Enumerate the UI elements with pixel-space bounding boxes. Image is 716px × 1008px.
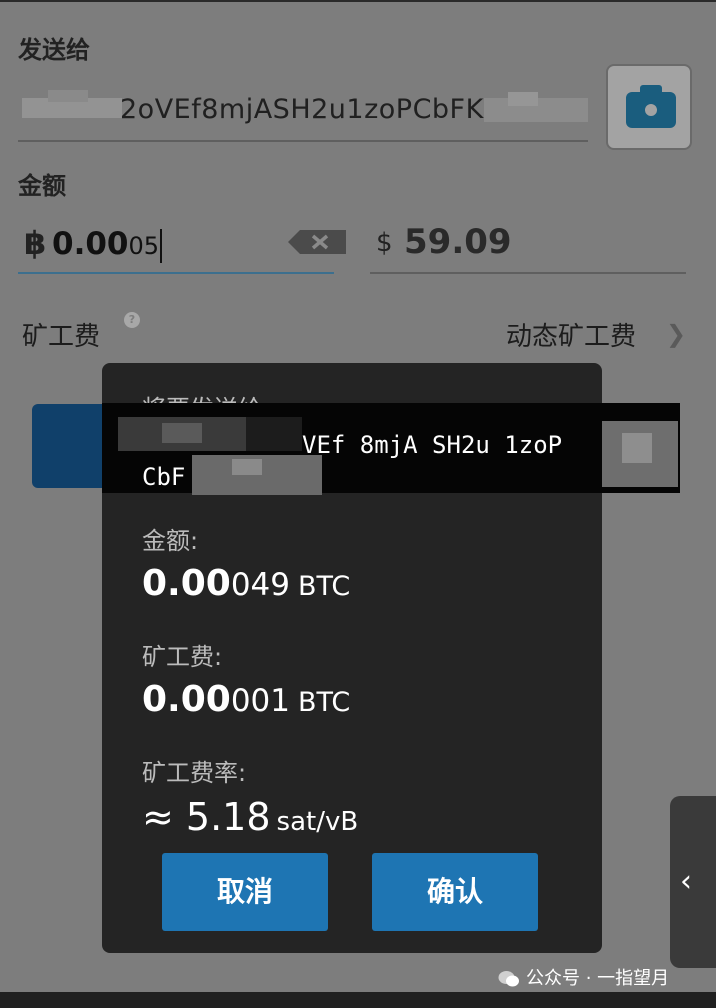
redaction-block <box>162 423 202 443</box>
address-text: 2oVEf8mjASH2u1zoPCbFKW <box>120 94 511 125</box>
fee-rate-value: ≈ 5.18 sat/vB <box>142 795 359 839</box>
watermark-text: 公众号 · 一指望月 <box>526 968 670 989</box>
help-icon[interactable]: ? <box>124 312 140 328</box>
confirm-button[interactable]: 确认 <box>372 853 538 931</box>
redaction-block <box>508 92 538 106</box>
dialog-address-line1: VEf 8mjA SH2u 1zoP <box>302 431 563 459</box>
send-to-label: 发送给 <box>18 36 90 64</box>
btc-symbol: ฿ <box>24 224 47 262</box>
fee-rate-caption: 矿工费率: <box>142 759 247 787</box>
backspace-icon[interactable] <box>288 230 346 254</box>
bottom-bar <box>0 992 716 1008</box>
btc-amount-input[interactable]: ฿ 0.0005 <box>18 212 346 274</box>
side-panel-handle[interactable]: ‹ <box>670 796 716 968</box>
amount-caption: 金额: <box>142 527 199 555</box>
redaction-block <box>48 90 88 102</box>
amount-label: 金额 <box>18 172 66 200</box>
cancel-button[interactable]: 取消 <box>162 853 328 931</box>
usd-amount-input[interactable]: $ 59.09 <box>370 212 686 274</box>
fee-label: 矿工费 <box>22 322 101 352</box>
confirm-dialog: 将要发送给: VEf 8mjA SH2u 1zoP CbF 金额: 0.0004… <box>102 363 680 953</box>
chevron-left-icon: ‹ <box>680 864 692 899</box>
chevron-right-icon[interactable]: ❯ <box>666 320 686 348</box>
amount-value: 0.00049 BTC <box>142 563 351 604</box>
address-input[interactable]: 2oVEf8mjASH2u1zoPCbFKW <box>18 84 588 142</box>
fee-value: 0.00001 BTC <box>142 679 351 720</box>
usd-symbol: $ <box>376 228 393 258</box>
top-bar <box>0 0 716 2</box>
redaction-block <box>246 417 302 451</box>
redaction-block <box>622 433 652 463</box>
dialog-address-line2: CbF <box>142 463 186 491</box>
usd-amount-value: 59.09 <box>404 222 512 262</box>
watermark: 公众号 · 一指望月 <box>498 964 669 990</box>
fee-mode-selector[interactable]: 动态矿工费 <box>506 316 636 353</box>
btc-amount-value: 0.0005 <box>52 226 163 263</box>
fee-caption: 矿工费: <box>142 643 223 671</box>
wechat-icon <box>498 971 519 987</box>
scan-qr-button[interactable] <box>606 64 692 150</box>
redaction-block <box>232 459 262 475</box>
